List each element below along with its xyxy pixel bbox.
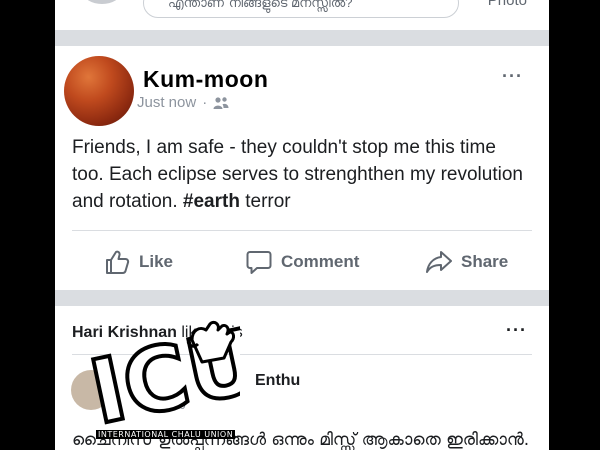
comment-icon bbox=[246, 251, 272, 274]
comment-button[interactable]: Comment bbox=[245, 242, 359, 282]
profile-picture[interactable] bbox=[64, 56, 134, 126]
photo-button[interactable]: Photo bbox=[488, 0, 527, 9]
like-button[interactable]: Like bbox=[103, 242, 173, 282]
status-input[interactable]: എന്താണ് നിങ്ങളുടെ മനസ്സിൽ? bbox=[143, 0, 459, 18]
share-button[interactable]: Share bbox=[425, 242, 508, 282]
thumbs-up-icon bbox=[106, 250, 130, 274]
user-avatar[interactable] bbox=[83, 0, 121, 4]
status-placeholder: എന്താണ് നിങ്ങളുടെ മനസ്സിൽ? bbox=[168, 0, 353, 10]
activity-options-button[interactable]: ··· bbox=[506, 320, 527, 341]
post-card: Kum-moon Just now · ··· Friends, I am sa… bbox=[55, 46, 549, 290]
post-divider bbox=[72, 230, 532, 231]
icu-logo-watermark: ICU bbox=[80, 318, 240, 434]
watermark-caption: INTERNATIONAL CHALU UNION bbox=[96, 430, 236, 439]
post-text: Friends, I am safe - they couldn't stop … bbox=[72, 137, 523, 212]
post-actions: Like Comment Share bbox=[55, 242, 549, 282]
like-label: Like bbox=[139, 252, 174, 271]
post-composer: എന്താണ് നിങ്ങളുടെ മനസ്സിൽ? Photo bbox=[55, 0, 549, 30]
post-meta: Just now · bbox=[137, 94, 229, 111]
comment-label: Comment bbox=[281, 252, 360, 271]
poster-name[interactable]: Enthu bbox=[255, 372, 300, 390]
post-timestamp[interactable]: Just now bbox=[137, 94, 196, 111]
hashtag-link[interactable]: #earth bbox=[183, 191, 240, 212]
post-options-button[interactable]: ··· bbox=[502, 66, 523, 87]
post-author[interactable]: Kum-moon bbox=[143, 66, 268, 93]
share-label: Share bbox=[461, 252, 509, 271]
friends-icon[interactable] bbox=[213, 96, 229, 110]
share-arrow-icon bbox=[426, 251, 452, 273]
